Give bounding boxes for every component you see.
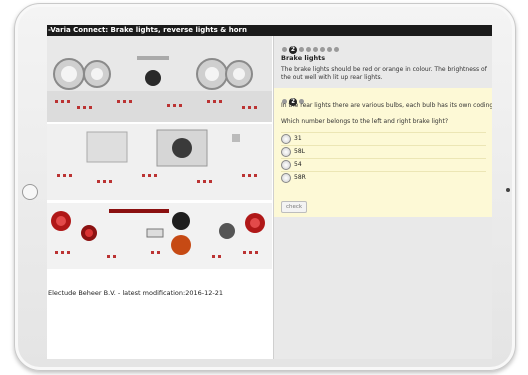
step-dot[interactable] — [282, 47, 287, 52]
step-dot-active[interactable]: 2 — [289, 45, 297, 54]
step-dot[interactable] — [299, 47, 304, 52]
step-dot[interactable] — [320, 47, 325, 52]
question-prompt: Which number belongs to the left and rig… — [281, 118, 449, 125]
window-title: -Varia Connect: Brake lights, reverse li… — [47, 25, 492, 36]
answer-label: 54 — [294, 161, 302, 168]
answer-label: 58L — [294, 148, 305, 155]
step-dot[interactable] — [327, 47, 332, 52]
right-pane: 2 Brake lights The brake lights should b… — [273, 36, 492, 359]
question-text: In the rear lights there are various bul… — [281, 102, 492, 109]
radio-button[interactable] — [281, 133, 291, 144]
radio-button[interactable] — [281, 172, 291, 183]
answer-option[interactable]: 58L — [281, 145, 486, 158]
radio-button[interactable] — [281, 146, 291, 157]
info-title: Brake lights — [281, 54, 326, 62]
photo-switch-panel — [47, 124, 272, 200]
step-dot[interactable] — [306, 47, 311, 52]
step-dot[interactable] — [334, 47, 339, 52]
left-pane: Electude Beheer B.V. - latest modificati… — [47, 36, 272, 359]
camera-dot — [506, 188, 510, 192]
photo-lights-overview — [47, 36, 272, 122]
question-box: 2 In the rear lights there are various b… — [274, 88, 492, 217]
footer-copyright: Electude Beheer B.V. - latest modificati… — [48, 289, 223, 297]
info-text: The brake lights should be red or orange… — [281, 66, 487, 81]
step-indicator: 2 — [282, 39, 341, 54]
radio-button[interactable] — [281, 159, 291, 170]
answer-option[interactable]: 54 — [281, 158, 486, 171]
step-dot[interactable] — [313, 47, 318, 52]
check-button[interactable]: check — [281, 201, 307, 213]
app-screen: -Varia Connect: Brake lights, reverse li… — [47, 25, 492, 359]
answer-label: 31 — [294, 135, 302, 142]
photo-rear-lights — [47, 203, 272, 269]
answer-label: 58R — [294, 174, 306, 181]
answer-option[interactable]: 58R — [281, 171, 486, 184]
answer-option[interactable]: 31 — [281, 132, 486, 145]
home-button[interactable] — [22, 184, 38, 200]
